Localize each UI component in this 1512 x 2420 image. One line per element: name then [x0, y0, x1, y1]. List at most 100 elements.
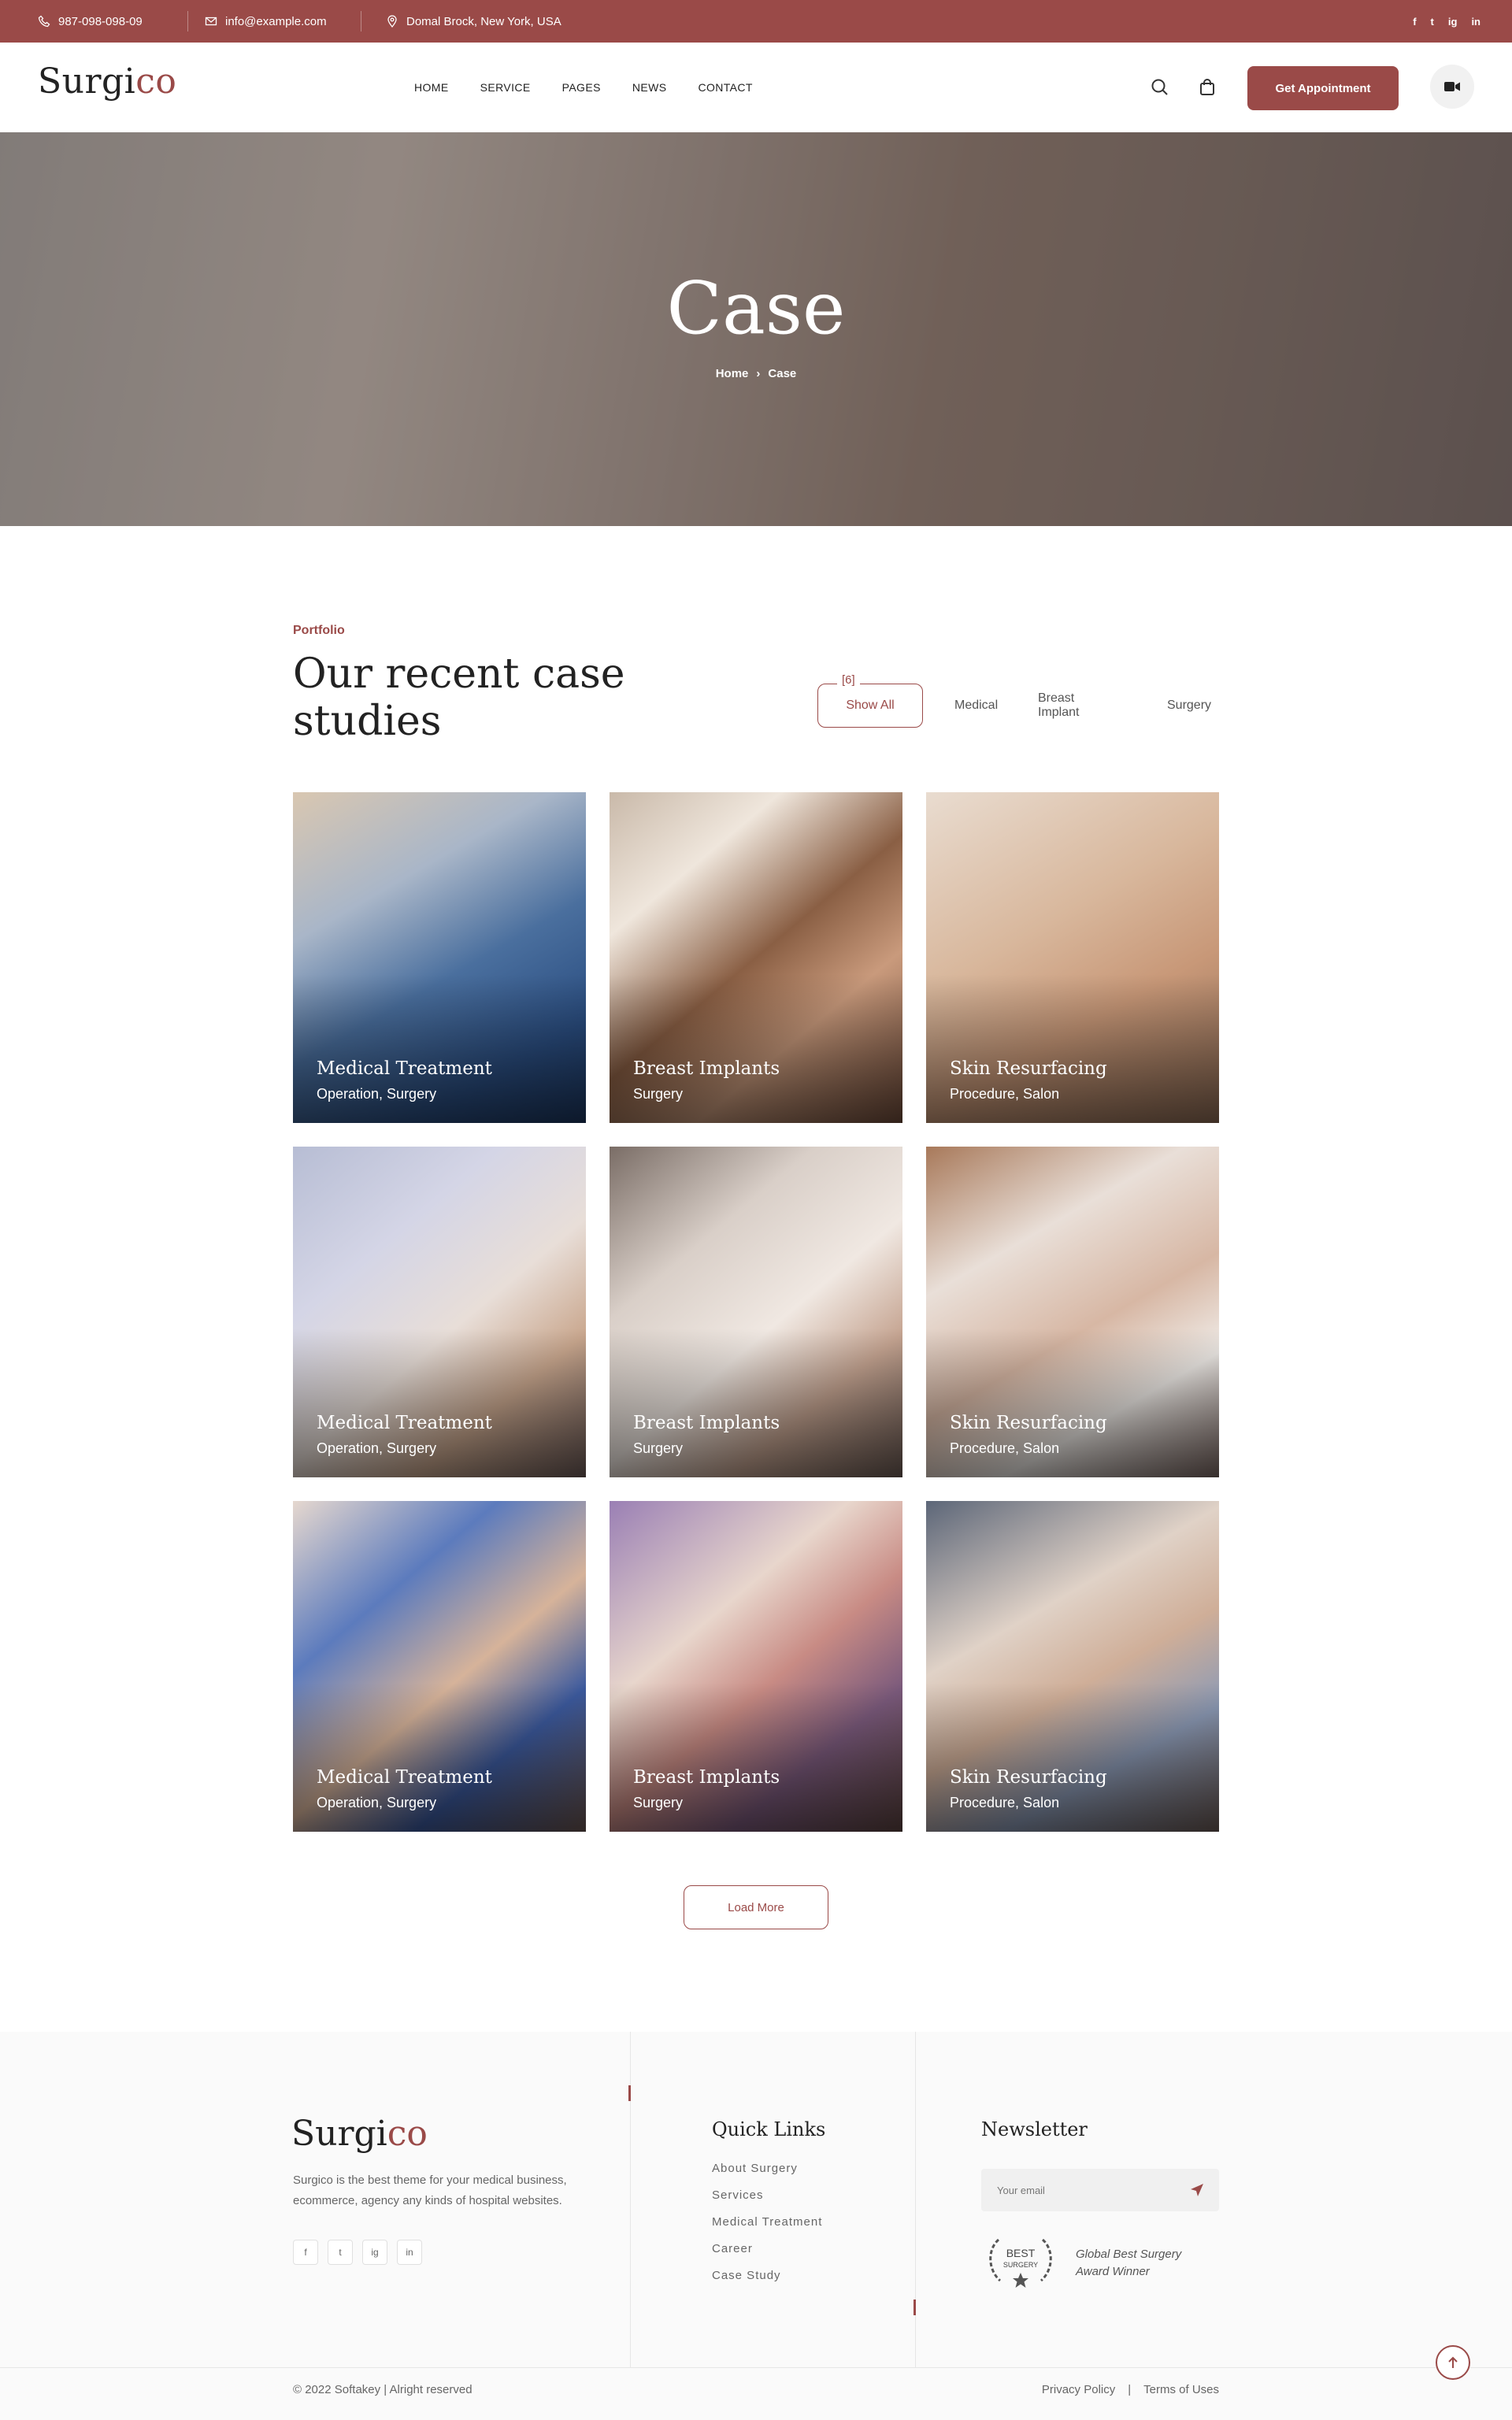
footer-link-case-study[interactable]: Case Study: [712, 2266, 822, 2293]
logo-main: Surgi: [38, 61, 136, 102]
get-appointment-button[interactable]: Get Appointment: [1247, 66, 1399, 110]
footer-link-career[interactable]: Career: [712, 2240, 822, 2266]
case-tags: Operation, Surgery: [317, 1795, 437, 1810]
filter-count-badge: [6]: [837, 673, 860, 687]
linkedin-icon[interactable]: in: [397, 2240, 422, 2265]
award-caption: Global Best Surgery Award Winner: [1076, 2246, 1181, 2281]
scroll-to-top-button[interactable]: [1436, 2345, 1470, 2380]
best-surgery-badge-icon: BEST SURGERY: [989, 2238, 1052, 2288]
twitter-icon[interactable]: t: [1431, 16, 1434, 28]
legal-links: Privacy Policy | Terms of Uses: [1042, 2383, 1219, 2396]
video-button[interactable]: [1430, 65, 1474, 109]
nav-pages[interactable]: PAGES: [562, 81, 601, 94]
page-hero: Case Home › Case: [0, 132, 1512, 526]
footer-logo-accent: co: [387, 2114, 428, 2154]
breadcrumb-home[interactable]: Home: [716, 367, 749, 380]
instagram-icon[interactable]: ig: [1448, 16, 1458, 28]
filter-show-all[interactable]: [6] Show All: [817, 673, 923, 728]
footer-divider: [0, 2367, 1512, 2368]
load-more-button[interactable]: Load More: [684, 1885, 828, 1929]
badge-text-surgery: SURGERY: [1003, 2261, 1038, 2269]
case-tags: Procedure, Salon: [950, 1086, 1060, 1102]
case-card[interactable]: Medical Treatment Operation, Surgery: [293, 1501, 586, 1832]
main-nav: HOME SERVICE PAGES NEWS CONTACT: [414, 43, 753, 132]
copyright-text: © 2022 Softakey | Alright reserved: [293, 2383, 472, 2396]
footer-link-services[interactable]: Services: [712, 2186, 822, 2213]
location-pin-icon: [387, 15, 397, 28]
site-header: Surgico HOME SERVICE PAGES NEWS CONTACT …: [0, 43, 1512, 132]
facebook-icon[interactable]: f: [1413, 16, 1416, 28]
case-card[interactable]: Skin Resurfacing Procedure, Salon: [926, 1147, 1219, 1477]
footer-logo[interactable]: Surgico: [291, 2114, 428, 2154]
case-tags: Procedure, Salon: [950, 1795, 1060, 1810]
case-card[interactable]: Skin Resurfacing Procedure, Salon: [926, 1501, 1219, 1832]
case-title: Skin Resurfacing: [950, 1413, 1107, 1433]
case-tags: Procedure, Salon: [950, 1440, 1060, 1456]
case-card[interactable]: Medical Treatment Operation, Surgery: [293, 1147, 586, 1477]
address-contact: Domal Brock, New York, USA: [386, 0, 561, 43]
privacy-policy-link[interactable]: Privacy Policy: [1042, 2383, 1115, 2396]
terms-link[interactable]: Terms of Uses: [1143, 2383, 1219, 2396]
accent-mark: [914, 2300, 916, 2315]
award-line-1: Global Best Surgery: [1076, 2248, 1182, 2261]
video-camera-icon: [1444, 82, 1460, 91]
nav-home[interactable]: HOME: [414, 81, 449, 94]
filter-medical[interactable]: Medical: [954, 684, 998, 728]
instagram-icon[interactable]: ig: [362, 2240, 387, 2265]
badge-text-best: BEST: [1006, 2247, 1036, 2259]
case-card[interactable]: Breast Implants Surgery: [610, 792, 902, 1123]
nav-news[interactable]: NEWS: [632, 81, 667, 94]
case-title: Skin Resurfacing: [950, 1058, 1107, 1079]
case-card[interactable]: Medical Treatment Operation, Surgery: [293, 792, 586, 1123]
case-tags: Surgery: [633, 1086, 684, 1102]
top-bar: 987-098-098-09 info@example.com Domal Br…: [0, 0, 1512, 43]
case-title: Medical Treatment: [317, 1767, 492, 1788]
search-icon[interactable]: [1150, 77, 1170, 98]
nav-service[interactable]: SERVICE: [480, 81, 531, 94]
linkedin-icon[interactable]: in: [1471, 16, 1480, 28]
footer-logo-main: Surgi: [291, 2114, 387, 2154]
case-tags: Operation, Surgery: [317, 1086, 437, 1102]
case-card[interactable]: Skin Resurfacing Procedure, Salon: [926, 792, 1219, 1123]
case-title: Breast Implants: [633, 1767, 780, 1788]
filter-label: Show All: [846, 699, 895, 712]
footer-link-medical-treatment[interactable]: Medical Treatment: [712, 2213, 822, 2240]
breadcrumb-current: Case: [768, 367, 797, 380]
footer-link-about[interactable]: About Surgery: [712, 2159, 822, 2186]
newsletter-email-input[interactable]: Your email: [981, 2169, 1219, 2211]
send-icon[interactable]: [1189, 2182, 1205, 2198]
newsletter-placeholder: Your email: [997, 2184, 1045, 2196]
nav-contact[interactable]: CONTACT: [698, 81, 752, 94]
page-title: Case: [666, 266, 846, 350]
section-title: Our recent case studies: [293, 650, 625, 745]
case-title: Skin Resurfacing: [950, 1767, 1107, 1788]
mail-icon: [205, 17, 217, 26]
facebook-icon[interactable]: f: [293, 2240, 318, 2265]
case-title: Breast Implants: [633, 1058, 780, 1079]
arrow-up-icon: [1448, 2356, 1458, 2368]
legal-divider: |: [1128, 2383, 1132, 2396]
case-title: Medical Treatment: [317, 1058, 492, 1079]
award-line-2: Award Winner: [1076, 2265, 1150, 2278]
filter-breast-implant[interactable]: Breast Implant: [1038, 684, 1079, 728]
site-logo[interactable]: Surgico: [38, 61, 176, 102]
quick-links-title: Quick Links: [712, 2118, 826, 2140]
newsletter-title: Newsletter: [981, 2118, 1088, 2140]
email-address: info@example.com: [225, 14, 327, 28]
filter-surgery[interactable]: Surgery: [1167, 684, 1211, 728]
case-title: Breast Implants: [633, 1413, 780, 1433]
case-tags: Surgery: [633, 1440, 684, 1456]
footer-social-links: f t ig in: [293, 2240, 422, 2265]
case-card[interactable]: Breast Implants Surgery: [610, 1501, 902, 1832]
shopping-bag-icon[interactable]: [1197, 77, 1217, 98]
divider: [187, 11, 188, 32]
case-tags: Surgery: [633, 1795, 684, 1810]
phone-contact[interactable]: 987-098-098-09: [38, 0, 143, 43]
email-contact[interactable]: info@example.com: [205, 0, 327, 43]
accent-mark: [628, 2085, 631, 2101]
chevron-right-icon: ›: [756, 367, 761, 380]
case-card[interactable]: Breast Implants Surgery: [610, 1147, 902, 1477]
address-text: Domal Brock, New York, USA: [406, 14, 561, 28]
twitter-icon[interactable]: t: [328, 2240, 353, 2265]
phone-icon: [38, 15, 50, 28]
